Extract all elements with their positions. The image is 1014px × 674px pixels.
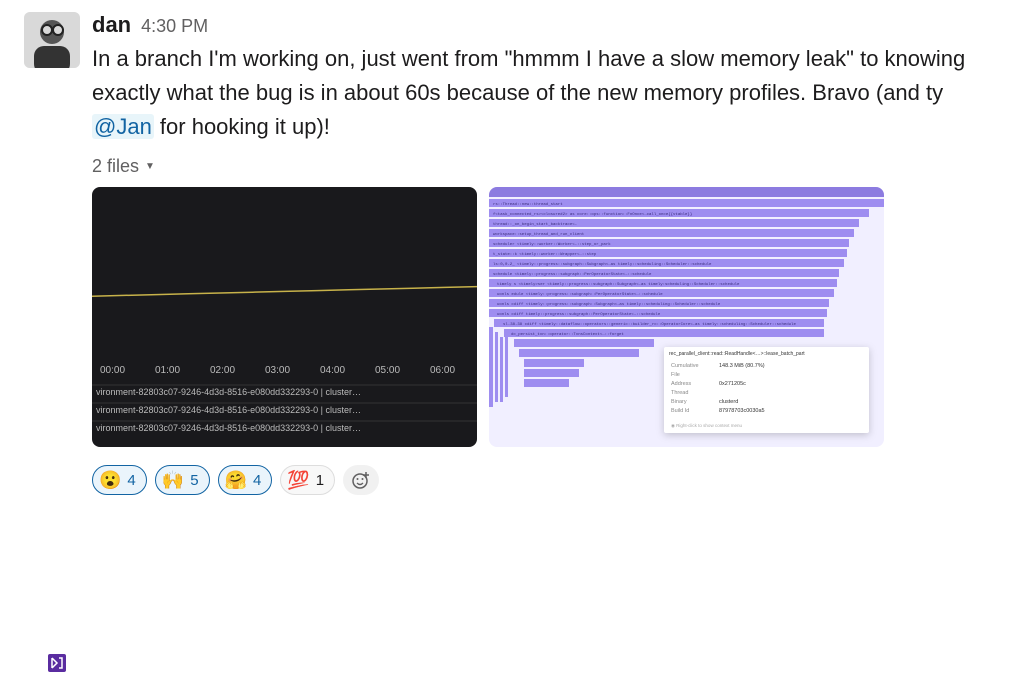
svg-text:rec_parallel_client::read::Rea: rec_parallel_client::read::ReadHandle<…>… [669,351,805,357]
body-pre: In a branch I'm working on, just went fr… [92,46,965,105]
svg-text:Binary: Binary [671,399,687,405]
svg-text:Address: Address [671,381,691,387]
svg-text:vironment-82803c07-9246-4d3d-8: vironment-82803c07-9246-4d3d-8516-e080dd… [96,405,361,415]
reaction-emoji: 😮 [99,470,121,491]
svg-text:00:00: 00:00 [100,365,125,376]
attachment-flamegraph[interactable]: rs::Thread::new::thread_start f<task_con… [489,187,884,447]
add-reaction-icon [351,470,371,490]
body-post: for hooking it up)! [154,114,330,139]
reaction-emoji: 🤗 [225,470,247,491]
svg-text:01:00: 01:00 [155,365,180,376]
svg-text:ls:0,0-2_ <timely::progress::: ls:0,0-2_ <timely::progress::subgraph::S… [493,262,712,267]
svg-text:t_state::k <timely::worker::Wr: t_state::k <timely::worker::Wrapper<…::s… [493,252,597,257]
flamegraph-thumbnail: rs::Thread::new::thread_start f<task_con… [489,187,884,447]
svg-text:rs::Thread::new::thread_start: rs::Thread::new::thread_start [493,202,563,207]
username[interactable]: dan [92,12,131,38]
files-label-text: 2 files [92,156,139,177]
message-content: dan 4:30 PM In a branch I'm working on, … [92,12,990,495]
mention[interactable]: @Jan [92,114,154,139]
svg-text:f<task_connected_rs><closure#2: f<task_connected_rs><closure#2> as core:… [493,212,692,217]
svg-text:dc_persist_txn::operator::Txns: dc_persist_txn::operator::TxnsContext<…:… [511,332,624,337]
svg-text:uonls cdiff <timely::pr: uonls cdiff <timely::progress::subgraph:… [497,302,721,307]
reaction-count: 1 [316,472,324,489]
svg-text:clusterd: clusterd [719,399,738,405]
svg-text:Cumulative: Cumulative [671,363,699,369]
svg-text:Thread: Thread [671,390,688,396]
reaction-count: 4 [253,472,261,489]
svg-text:scheduler <timely::worker::Wo: scheduler <timely::worker::Worker<…::ste… [493,242,611,247]
svg-text:06:00: 06:00 [430,365,455,376]
reaction[interactable]: 🤗4 [218,465,273,495]
svg-text:timely s <timely>ser <timely::: timely s <timely>ser <timely::progress::… [497,282,740,287]
svg-text:02:00: 02:00 [210,365,235,376]
svg-text:File: File [671,372,680,378]
avatar-wrap [24,12,80,495]
slack-message: dan 4:30 PM In a branch I'm working on, … [24,12,990,495]
svg-text:sl-38-38 cdiff <timely::: sl-38-38 cdiff <timely::dataflow::operat… [503,322,796,327]
svg-text:Build Id: Build Id [671,408,689,414]
status-badge [46,652,68,674]
svg-text:uonls edule <timely::progre: uonls edule <timely::progress::subgraph:… [497,292,663,297]
chevron-down-icon: ▼ [145,161,155,172]
svg-text:vironment-82803c07-9246-4d3d-8: vironment-82803c07-9246-4d3d-8516-e080dd… [96,387,361,397]
svg-text:uonls cdiff timely::pro: uonls cdiff timely::progress::subgraph::… [497,312,661,317]
timestamp[interactable]: 4:30 PM [141,16,208,37]
avatar[interactable] [24,12,80,68]
reaction-emoji: 💯 [287,470,309,491]
svg-text:workspace::setup_thread_and_ru: workspace::setup_thread_and_run_client [493,232,584,237]
reaction-count: 5 [190,472,198,489]
add-reaction-button[interactable] [343,465,379,495]
attachments: 00:00 01:00 02:00 03:00 04:00 05:00 06:00 viro… [92,187,990,447]
svg-text:05:00: 05:00 [375,365,400,376]
svg-text:vironment-82803c07-9246-4d3d-8: vironment-82803c07-9246-4d3d-8516-e080dd… [96,423,361,433]
svg-text:148.3 MiB (80.7%): 148.3 MiB (80.7%) [719,363,765,369]
svg-text:0x271205c: 0x271205c [719,381,746,387]
reactions-bar: 😮4🙌5🤗4💯1 [92,465,990,495]
svg-text:87978703c0030a5: 87978703c0030a5 [719,408,765,414]
message-header: dan 4:30 PM [92,12,990,38]
reaction-count: 4 [127,472,135,489]
svg-text:schedule <timely::progress::: schedule <timely::progress::subgraph::Pe… [493,272,652,277]
reaction[interactable]: 😮4 [92,465,147,495]
files-toggle[interactable]: 2 files ▼ [92,156,155,177]
reaction[interactable]: 💯1 [280,465,335,495]
chart-thumbnail: 00:00 01:00 02:00 03:00 04:00 05:00 06:00 viro… [92,187,477,447]
svg-text:03:00: 03:00 [265,365,290,376]
svg-text:thread::_on_begin_start_backtr: thread::_on_begin_start_backtrace<… [493,222,578,227]
attachment-chart[interactable]: 00:00 01:00 02:00 03:00 04:00 05:00 06:00 viro… [92,187,477,447]
svg-text:◉ Right-click to show context: ◉ Right-click to show context menu [671,423,742,428]
svg-text:04:00: 04:00 [320,365,345,376]
message-body: In a branch I'm working on, just went fr… [92,42,990,144]
reaction-emoji: 🙌 [162,470,184,491]
reaction[interactable]: 🙌5 [155,465,210,495]
avatar-image [24,12,80,68]
